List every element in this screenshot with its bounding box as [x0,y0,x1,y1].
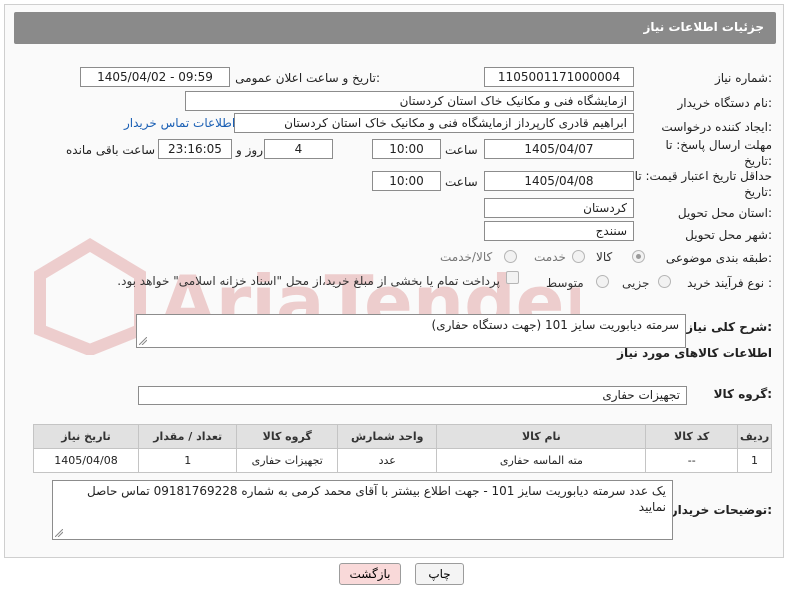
process-medium-label: متوسط [546,276,584,290]
col-code: کد کالا [645,424,739,449]
province-label: استان محل تحویل: [677,206,772,220]
cell-unit: عدد [336,448,438,473]
back-button[interactable]: بازگشت [339,563,401,585]
buyer-notes-textarea[interactable]: یک عدد سرمته دیابوریت سایز 101 - جهت اطل… [52,480,673,540]
page-title: جزئیات اطلاعات نیاز [643,20,764,34]
buyer-org-label: نام دستگاه خریدار: [677,96,773,110]
goods-group-label: گروه کالا: [713,387,772,401]
price-validity-label: حداقل تاریخ اعتبار قیمت: تا تاریخ: [634,169,772,199]
cell-name: مته الماسه حفاری [436,448,647,473]
goods-section-title: اطلاعات کالاهای مورد نیاز [617,346,772,360]
summary-text: سرمته دیابوریت سایز 101 (جهت دستگاه حفار… [431,318,679,332]
page-header: جزئیات اطلاعات نیاز [14,12,776,44]
table-row: 1 -- مته الماسه حفاری عدد تجهیزات حفاری … [32,448,772,473]
category-goods-label: کالا [596,250,613,264]
days-field: 4 [264,139,333,159]
deadline-date-field: 1405/04/07 [484,139,634,159]
deadline-time-field: 10:00 [372,139,441,159]
category-goods-service-label: کالا/خدمت [440,250,493,264]
remaining-time-field: 23:16:05 [158,139,232,159]
resize-handle-icon[interactable] [139,337,147,345]
summary-label: شرح کلی نیاز: [686,320,772,334]
price-validity-time-label: ساعت [445,175,478,189]
col-qty: تعداد / مقدار [138,424,238,449]
process-medium-radio[interactable] [596,275,609,288]
buyer-notes-text: یک عدد سرمته دیابوریت سایز 101 - جهت اطل… [87,484,666,514]
announce-label: تاریخ و ساعت اعلان عمومی: [235,71,380,85]
need-number-field: 1105001171000004 [484,67,634,87]
category-goods-service-radio[interactable] [504,250,517,263]
city-label: شهر محل تحویل: [685,228,772,242]
col-name: نام کالا [436,424,647,449]
days-label: روز و [236,143,263,157]
price-validity-time-field: 10:00 [372,171,441,191]
deadline-label: مهلت ارسال پاسخ: تا تاریخ: [665,138,772,168]
buyer-notes-label: توضیحات خریدار: [670,503,772,517]
announce-datetime-field: 1405/04/02 - 09:59 [80,67,230,87]
print-button[interactable]: چاپ [415,563,464,585]
summary-textarea[interactable]: سرمته دیابوریت سایز 101 (جهت دستگاه حفار… [136,314,686,348]
city-field: سنندج [484,221,634,241]
creator-label: ایجاد کننده درخواست: [661,120,772,134]
treasury-payment-checkbox[interactable] [506,271,519,284]
creator-field: ابراهیم قادری کارپرداز ازمایشگاه فنی و م… [234,113,634,133]
goods-table-header: ردیف کد کالا نام کالا واحد شمارش گروه کا… [32,424,772,449]
cell-code: -- [645,448,739,473]
goods-table: ردیف کد کالا نام کالا واحد شمارش گروه کا… [32,424,772,473]
category-label: طبقه بندی موضوعی: [665,251,772,265]
category-goods-radio[interactable] [632,250,645,263]
goods-group-field: تجهیزات حفاری [138,386,687,405]
process-partial-radio[interactable] [658,275,671,288]
buyer-org-field: ازمایشگاه فنی و مکانیک خاک استان کردستان [185,91,634,111]
category-service-radio[interactable] [572,250,585,263]
buyer-contact-link[interactable]: اطلاعات تماس خریدار [124,116,235,130]
category-service-label: خدمت [534,250,566,264]
price-validity-date-field: 1405/04/08 [484,171,634,191]
col-unit: واحد شمارش [336,424,438,449]
col-row: ردیف [737,424,772,449]
process-partial-label: جزیی [622,276,650,290]
cell-row: 1 [737,448,772,473]
cell-group: تجهیزات حفاری [236,448,338,473]
col-date: تاریخ نیاز [32,424,140,449]
need-number-label: شماره نیاز: [714,71,772,85]
remaining-label: ساعت باقی مانده [66,143,156,157]
process-label: نوع فرآیند خرید : [687,276,772,290]
treasury-payment-note: پرداخت تمام یا بخشی از مبلغ خرید،از محل … [117,274,500,288]
cell-date: 1405/04/08 [32,448,140,473]
cell-qty: 1 [138,448,238,473]
col-group: گروه کالا [236,424,338,449]
province-field: کردستان [484,198,634,218]
deadline-time-label: ساعت [445,143,478,157]
resize-handle-icon[interactable] [55,529,63,537]
